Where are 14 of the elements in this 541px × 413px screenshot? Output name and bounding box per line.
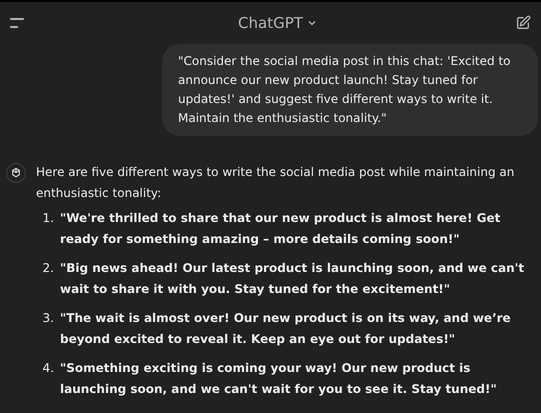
list-number: 2. [42, 260, 55, 277]
list-number: 1. [42, 210, 55, 227]
assistant-intro: Here are five different ways to write the social media post while maintaining an enthusiastic tonality: [36, 164, 516, 202]
edit-icon[interactable] [514, 15, 531, 31]
user-message: "Consider the social media post in this chat: 'Excited to announce our new product launch! Stay tuned for updates!' and suggest five different ways to write it. Maintain the enthusiastic tonality." [162, 44, 538, 136]
suggestion-text: "Big news ahead! Our latest product is launching soon, and we can't wait to share it with you. Stay tuned for the excitement!" [60, 260, 526, 298]
list-number: 4. [42, 360, 55, 377]
model-selector[interactable]: ChatGPT [238, 12, 317, 34]
chevron-down-icon [306, 18, 317, 28]
list-number: 3. [42, 310, 55, 327]
menu-icon[interactable] [10, 18, 24, 28]
suggestion-text: "Something exciting is coming your way! Our new product is launching soon, and we can't wait for you to see it. Stay tuned!" [60, 360, 498, 398]
suggestion-text: "The wait is almost over! Our new product is on its way, and we’re beyond excited to reveal it. Keep an eye out for updates!" [60, 310, 512, 348]
suggestion-text: "We're thrilled to share that our new product is almost here! Get ready for something amazing – more details coming soon!" [60, 210, 502, 248]
